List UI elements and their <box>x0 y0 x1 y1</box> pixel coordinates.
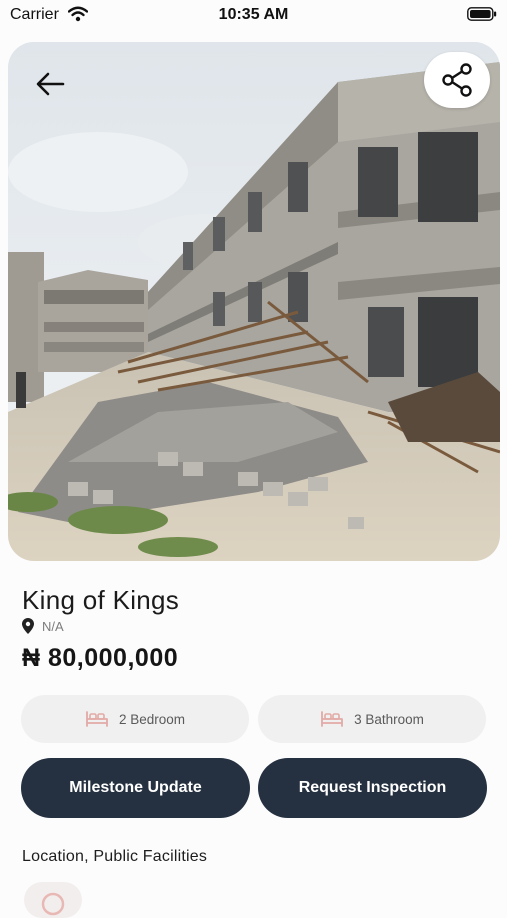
property-title: King of Kings <box>22 585 180 615</box>
share-button[interactable] <box>424 52 490 108</box>
section-title: Location, Public Facilities <box>22 848 208 865</box>
bed-icon <box>321 711 343 727</box>
construction-site-photo <box>8 42 500 561</box>
bathroom-label: 3 Bathroom <box>354 711 424 727</box>
bed-icon <box>86 711 108 727</box>
status-bar: Carrier 10:35 AM <box>0 0 507 30</box>
location-text: N/A <box>42 618 64 634</box>
arrow-left-icon <box>36 72 65 96</box>
bathroom-chip: 3 Bathroom <box>258 695 486 743</box>
request-inspection-button[interactable]: Request Inspection <box>258 758 487 818</box>
facility-avatar[interactable] <box>24 882 82 918</box>
bedroom-label: 2 Bedroom <box>118 711 186 727</box>
property-location: N/A <box>22 618 64 634</box>
bedroom-chip: 2 Bedroom <box>21 695 249 743</box>
status-time: 10:35 AM <box>218 6 289 23</box>
property-price: ₦ 80,000,000 <box>22 644 179 672</box>
location-pin-icon <box>41 892 65 916</box>
milestone-update-button[interactable]: Milestone Update <box>21 758 250 818</box>
property-hero-image <box>8 42 500 561</box>
location-pin-icon <box>22 618 34 634</box>
back-button[interactable] <box>30 64 70 104</box>
battery-icon <box>467 7 497 21</box>
share-icon <box>442 63 472 97</box>
